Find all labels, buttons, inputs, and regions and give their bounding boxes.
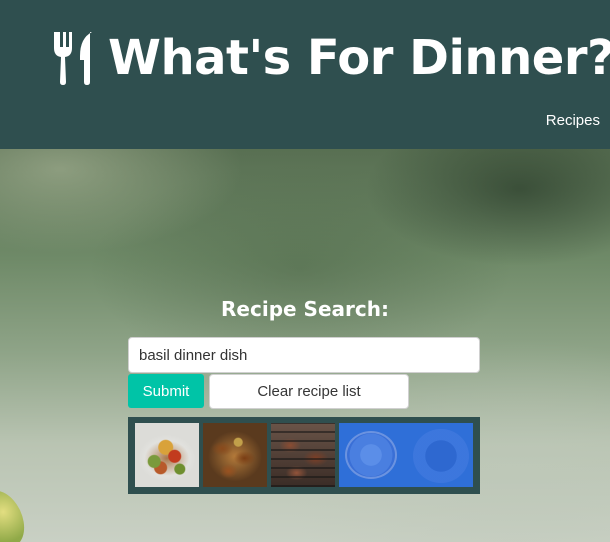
recipe-thumbnail[interactable] bbox=[339, 423, 407, 487]
search-title: Recipe Search: bbox=[221, 297, 389, 321]
site-header: What's For Dinner? Recipes bbox=[0, 0, 610, 149]
recipe-thumbnail[interactable] bbox=[271, 423, 335, 487]
site-title: What's For Dinner? bbox=[108, 30, 610, 86]
plate-image bbox=[345, 431, 397, 479]
leaf-decoration bbox=[0, 483, 33, 542]
submit-button[interactable]: Submit bbox=[128, 374, 204, 408]
nav-recipes-link[interactable]: Recipes bbox=[546, 112, 600, 129]
recipe-thumbnail[interactable] bbox=[203, 423, 267, 487]
recipe-thumbnail[interactable] bbox=[135, 423, 199, 487]
recipe-thumbnail[interactable] bbox=[407, 423, 473, 487]
search-input[interactable] bbox=[128, 337, 480, 373]
utensils-icon bbox=[52, 30, 96, 86]
recipe-results bbox=[128, 417, 480, 494]
brand: What's For Dinner? bbox=[52, 28, 610, 88]
clear-recipe-list-button[interactable]: Clear recipe list bbox=[209, 374, 409, 409]
plate-image bbox=[413, 429, 469, 483]
